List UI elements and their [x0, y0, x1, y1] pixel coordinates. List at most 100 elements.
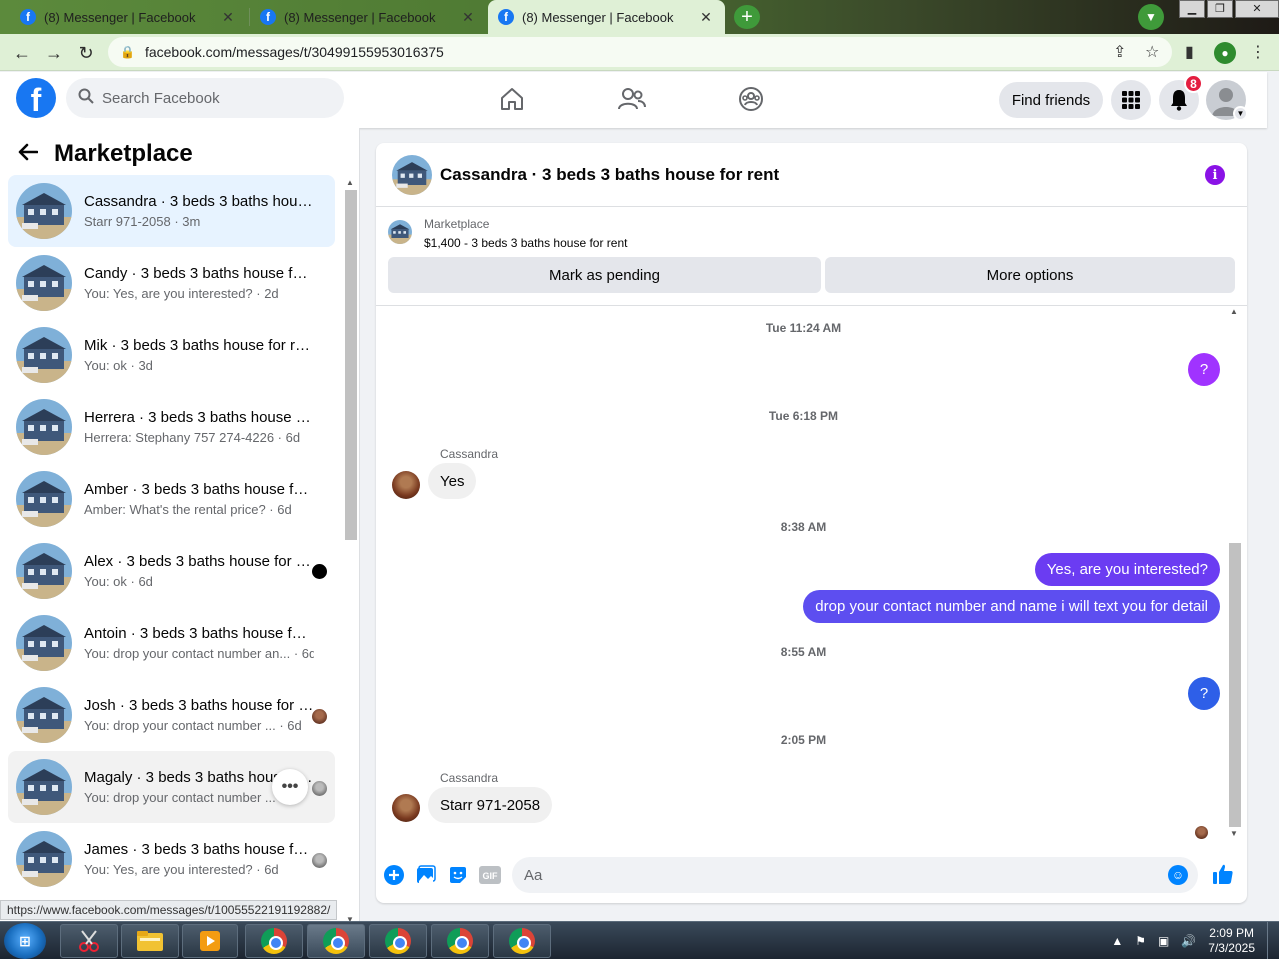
- clock-date: 7/3/2025: [1208, 941, 1255, 955]
- sender-avatar[interactable]: [392, 794, 420, 822]
- conversation-row[interactable]: Herrera · 3 beds 3 baths house for rent H…: [8, 391, 335, 463]
- scrollbar-thumb[interactable]: [1229, 543, 1241, 827]
- tray-expand-arrow-icon[interactable]: ▲: [1111, 934, 1123, 948]
- menu-grid-icon[interactable]: [1111, 80, 1151, 120]
- groups-icon[interactable]: [736, 84, 766, 114]
- chrome-taskbar-icon[interactable]: [431, 924, 489, 958]
- conversation-row[interactable]: Candy · 3 beds 3 baths house for rent You…: [8, 247, 335, 319]
- lock-icon[interactable]: 🔒: [120, 45, 135, 59]
- conversation-row[interactable]: Mik · 3 beds 3 baths house for rent You: …: [8, 319, 335, 391]
- tab-search-chevron-icon[interactable]: ▼: [1138, 4, 1164, 30]
- back-arrow-icon[interactable]: ←: [10, 41, 34, 65]
- conversation-row[interactable]: Amber · 3 beds 3 baths house for rent Amb…: [8, 463, 335, 535]
- browser-menu-icon[interactable]: ⋮: [1250, 42, 1266, 62]
- more-options-icon[interactable]: •••: [272, 769, 308, 805]
- facebook-favicon-icon: f: [20, 9, 36, 25]
- system-clock[interactable]: 2:09 PM 7/3/2025: [1208, 926, 1255, 956]
- chrome-taskbar-icon[interactable]: [307, 924, 365, 958]
- chrome-taskbar-icon[interactable]: [245, 924, 303, 958]
- conversation-preview: You: ok · 3d: [84, 358, 153, 373]
- chat-scrollbar[interactable]: ▲ ▼: [1228, 307, 1242, 843]
- more-options-button[interactable]: More options: [825, 257, 1235, 293]
- read-receipt-avatar: [1195, 826, 1208, 839]
- outgoing-message[interactable]: ?: [1188, 353, 1220, 386]
- conversation-row[interactable]: Alex · 3 beds 3 baths house for rent You:…: [8, 535, 335, 607]
- scroll-up-arrow-icon[interactable]: ▲: [346, 178, 354, 187]
- back-arrow-icon[interactable]: [18, 141, 39, 167]
- conversation-title: Candy · 3 beds 3 baths house for rent: [84, 265, 314, 282]
- minimize-button[interactable]: ▁: [1179, 0, 1205, 18]
- facebook-logo-icon[interactable]: f: [16, 78, 56, 118]
- browser-tab-1[interactable]: f (8) Messenger | Facebook ✕: [10, 0, 247, 34]
- chat-title[interactable]: Cassandra · 3 beds 3 baths house for ren…: [440, 165, 779, 185]
- conversation-title: Josh · 3 beds 3 baths house for rent: [84, 697, 314, 714]
- chrome-icon: [385, 928, 411, 954]
- conversation-title: Antoin · 3 beds 3 baths house for rent: [84, 625, 314, 642]
- close-icon[interactable]: ✕: [219, 9, 237, 26]
- incoming-message[interactable]: Yes: [428, 463, 477, 499]
- sender-avatar[interactable]: [392, 471, 420, 499]
- outgoing-message[interactable]: ?: [1188, 677, 1220, 710]
- facebook-favicon-icon: f: [260, 9, 276, 25]
- find-friends-button[interactable]: Find friends: [999, 82, 1103, 118]
- maximize-button[interactable]: ❐: [1207, 0, 1233, 18]
- side-panel-icon[interactable]: ▮: [1185, 42, 1194, 62]
- gif-icon[interactable]: GIF: [479, 864, 501, 886]
- snipping-tool-icon[interactable]: [60, 924, 118, 958]
- mark-as-pending-button[interactable]: Mark as pending: [388, 257, 821, 293]
- new-tab-button[interactable]: +: [734, 5, 760, 29]
- sidebar-scrollbar[interactable]: ▲ ▼: [344, 178, 358, 924]
- close-icon[interactable]: ✕: [697, 9, 715, 26]
- message-input[interactable]: Aa ☺: [512, 857, 1198, 893]
- conversation-preview: You: drop your contact number an... · 6d: [84, 646, 314, 661]
- media-player-icon[interactable]: [182, 924, 238, 958]
- chrome-taskbar-icon[interactable]: [369, 924, 427, 958]
- browser-tab-3-active[interactable]: f (8) Messenger | Facebook ✕: [488, 0, 725, 34]
- network-icon[interactable]: ▣: [1158, 934, 1169, 948]
- search-input[interactable]: Search Facebook: [66, 78, 344, 118]
- outgoing-message[interactable]: Yes, are you interested?: [1034, 553, 1220, 586]
- scroll-down-arrow-icon[interactable]: ▼: [1230, 829, 1238, 838]
- bookmark-star-icon[interactable]: ☆: [1145, 42, 1159, 62]
- outgoing-message[interactable]: drop your contact number and name i will…: [803, 590, 1220, 623]
- plus-circle-icon[interactable]: [383, 864, 405, 886]
- conversation-row[interactable]: Josh · 3 beds 3 baths house for rent You:…: [8, 679, 335, 751]
- conversation-preview: Starr 971-2058 · 3m: [84, 214, 201, 229]
- forward-arrow-icon[interactable]: →: [42, 41, 66, 65]
- thumbs-up-icon[interactable]: [1212, 863, 1234, 885]
- conversation-thumbnail: [16, 255, 72, 311]
- emoji-icon[interactable]: ☺: [1168, 865, 1188, 885]
- file-explorer-icon[interactable]: [121, 924, 179, 958]
- browser-tab-2[interactable]: f (8) Messenger | Facebook ✕: [250, 0, 487, 34]
- show-desktop-button[interactable]: [1267, 922, 1279, 959]
- conversation-row[interactable]: Magaly · 3 beds 3 baths house for rentYo…: [8, 751, 335, 823]
- reload-icon[interactable]: ↻: [74, 41, 98, 65]
- close-window-button[interactable]: ✕: [1235, 0, 1279, 18]
- conversation-row[interactable]: Antoin · 3 beds 3 baths house for rent Yo…: [8, 607, 335, 679]
- scrollbar-thumb[interactable]: [345, 190, 357, 540]
- windows-start-icon[interactable]: ⊞: [4, 923, 46, 959]
- action-center-flag-icon[interactable]: ⚑: [1135, 934, 1146, 948]
- incoming-message[interactable]: Starr 971-2058: [428, 787, 553, 823]
- browser-profile-icon[interactable]: ●: [1214, 42, 1236, 64]
- share-icon[interactable]: ⇪: [1113, 42, 1126, 62]
- listing-description[interactable]: $1,400 - 3 beds 3 baths house for rent: [424, 236, 627, 250]
- photo-icon[interactable]: [415, 864, 437, 886]
- address-bar[interactable]: 🔒 facebook.com/messages/t/30499155953016…: [108, 37, 1172, 67]
- conversation-text: Cassandra · 3 beds 3 baths house for ren…: [84, 193, 314, 229]
- search-icon: [78, 88, 94, 109]
- conversation-row[interactable]: James · 3 beds 3 baths house for rent You…: [8, 823, 335, 895]
- listing-thumbnail[interactable]: [392, 154, 432, 195]
- volume-icon[interactable]: 🔊: [1181, 934, 1196, 948]
- friends-icon[interactable]: [617, 84, 647, 114]
- sticker-icon[interactable]: [447, 864, 469, 886]
- home-icon[interactable]: [497, 84, 527, 114]
- conversation-thumbnail: [16, 471, 72, 527]
- listing-small-thumbnail[interactable]: [388, 220, 412, 244]
- chevron-down-icon[interactable]: ▼: [1233, 106, 1248, 121]
- scroll-up-arrow-icon[interactable]: ▲: [1230, 307, 1238, 316]
- info-icon[interactable]: i: [1205, 165, 1225, 185]
- conversation-row[interactable]: Cassandra · 3 beds 3 baths house for ren…: [8, 175, 335, 247]
- chrome-taskbar-icon[interactable]: [493, 924, 551, 958]
- close-icon[interactable]: ✕: [459, 9, 477, 26]
